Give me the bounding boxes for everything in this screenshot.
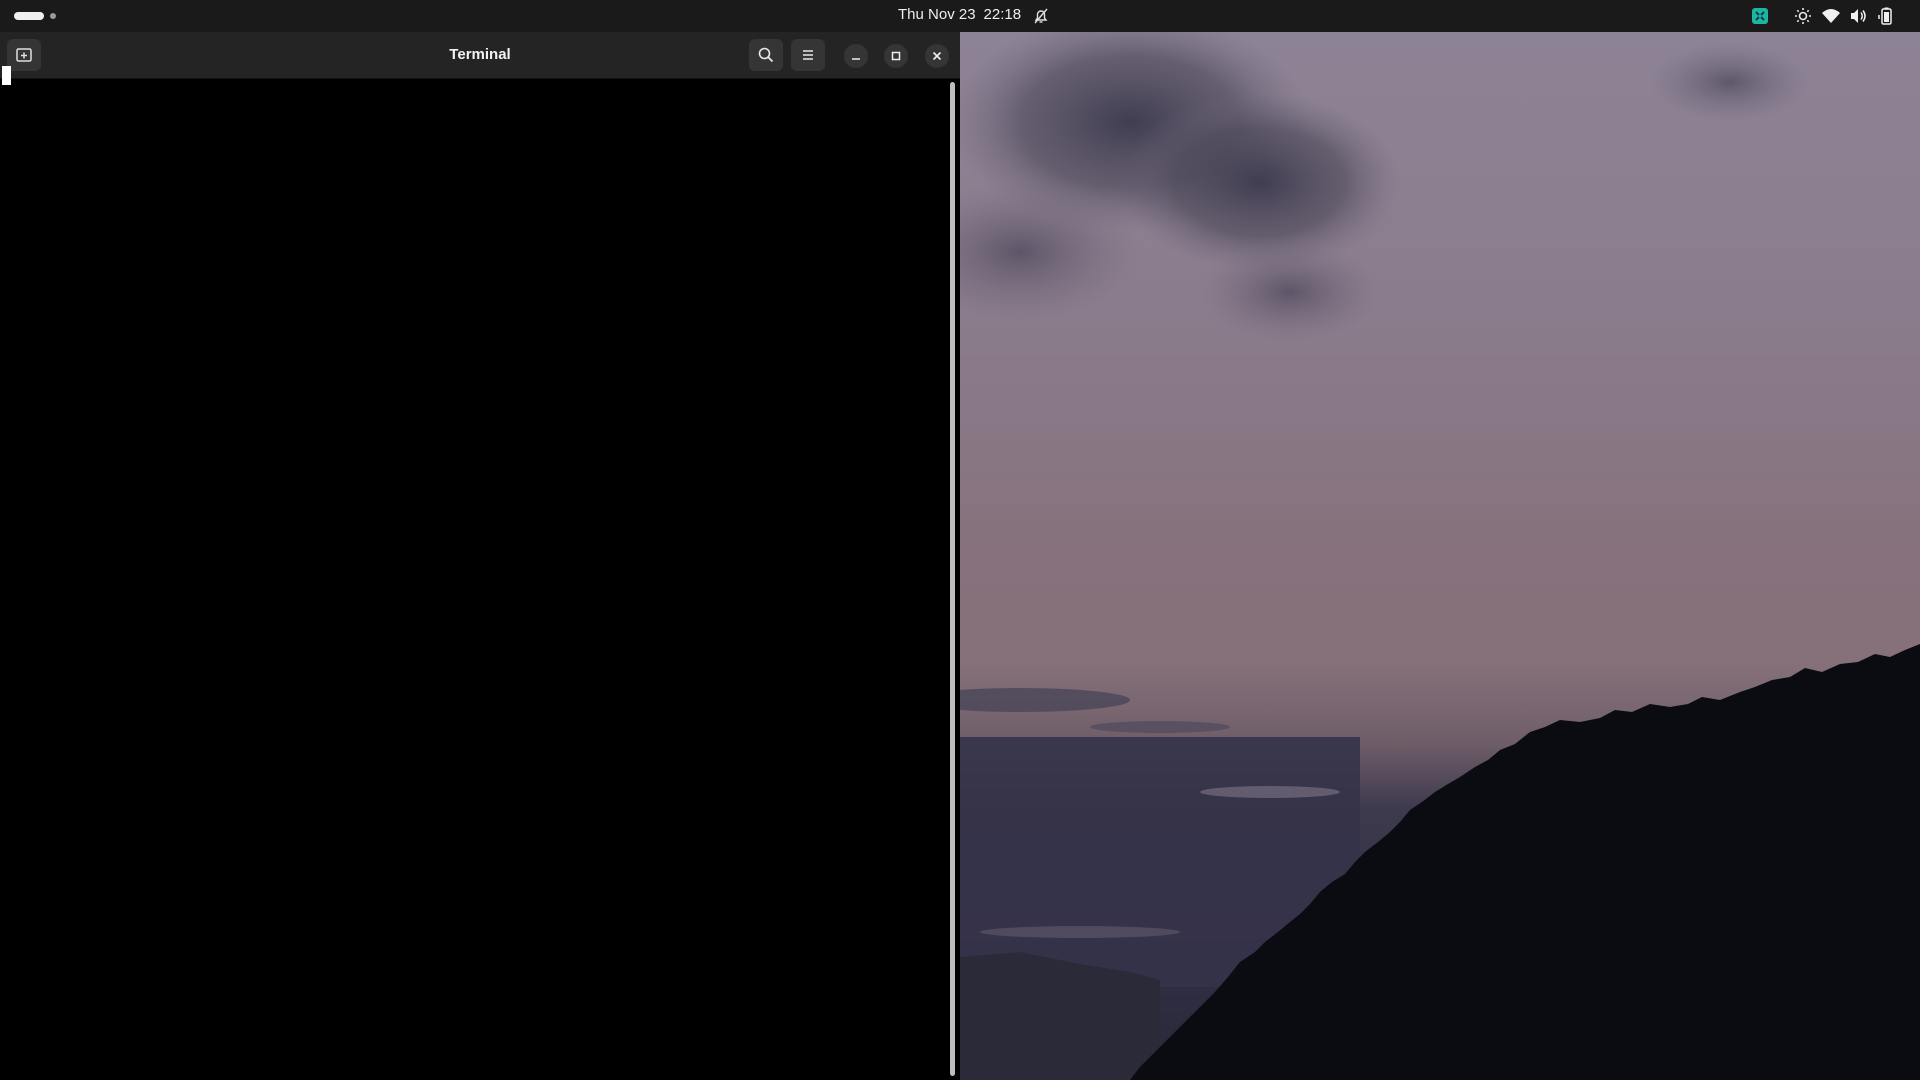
window-title: Terminal [449,46,511,63]
hamburger-menu-icon [803,50,813,60]
maximize-button[interactable] [884,44,908,68]
close-button[interactable] [925,44,949,68]
do-not-disturb-icon [1034,8,1048,24]
cloud-highlight [1200,786,1340,798]
terminal-scrollbar[interactable] [950,82,955,1076]
battery-icon[interactable] [1876,6,1896,26]
wifi-icon[interactable] [1821,6,1841,26]
terminal-cursor [2,66,11,85]
clock-date: Thu Nov 23 [898,6,976,23]
date-time-button[interactable]: Thu Nov 23 22:18 [898,0,1021,32]
activities-button[interactable] [14,10,62,22]
search-icon [758,47,774,63]
puzzle-extension-icon[interactable] [1750,6,1770,26]
cloud-band [1090,721,1230,733]
inactive-workspace-indicator [50,13,56,19]
new-tab-icon [16,48,32,62]
dark-cloud [1650,42,1810,122]
crescent-moon-landscape-wallpaper [960,32,1920,1080]
terminal-output-area[interactable] [0,79,950,1080]
cloud-band [960,688,1130,712]
minimize-icon [852,58,860,60]
top-bar: Thu Nov 23 22:18 [0,0,1920,32]
terminal-window[interactable]: Terminal [0,32,960,1080]
maximize-icon [891,51,901,61]
active-workspace-indicator [14,12,44,20]
volume-icon[interactable] [1848,6,1868,26]
cloud-highlight [980,926,1180,938]
system-tray [1750,6,1920,26]
close-icon [932,51,942,61]
menu-button[interactable] [791,39,825,71]
search-button[interactable] [749,39,783,71]
clock-time: 22:18 [983,6,1022,23]
brightness-icon[interactable] [1793,6,1813,26]
minimize-button[interactable] [844,44,868,68]
dark-cloud [1200,242,1380,342]
terminal-headerbar[interactable]: Terminal [0,32,960,79]
desktop-wallpaper [960,32,1920,1080]
new-tab-button[interactable] [7,39,41,71]
